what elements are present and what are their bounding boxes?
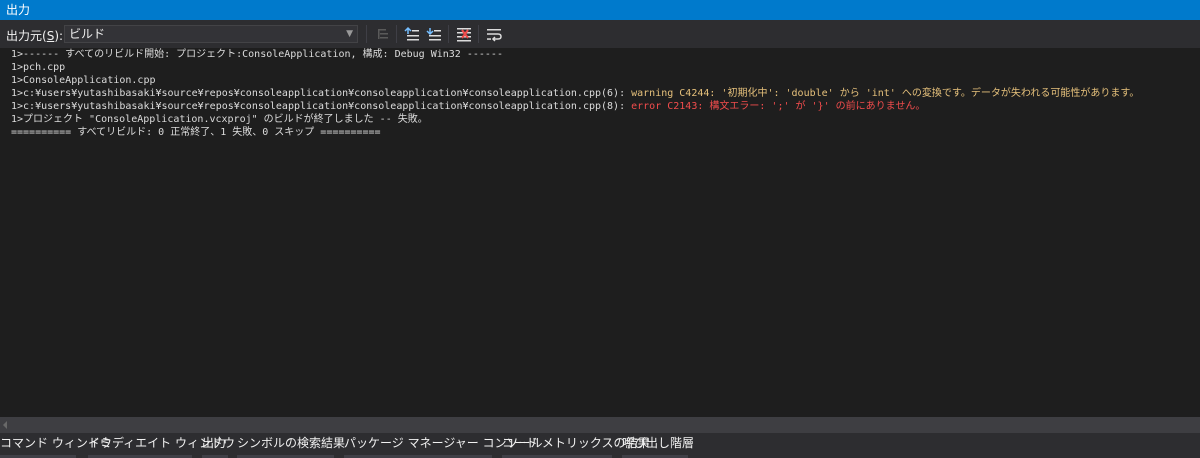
output-line-error: 1>c:¥users¥yutashibasaki¥source¥repos¥co…: [11, 101, 926, 112]
next-message-button[interactable]: [425, 25, 443, 43]
tab-label: 出力: [202, 436, 227, 450]
panel-title: 出力: [6, 3, 31, 17]
tab-label: シンボルの検索結果: [237, 436, 346, 450]
find-message-in-code-icon: [378, 29, 388, 39]
output-toolbar: 出力元(S): ビルド ▼: [0, 20, 1200, 48]
output-source-value: ビルド: [69, 27, 106, 41]
tab-output[interactable]: 出力: [202, 433, 228, 458]
clear-all-button[interactable]: [455, 25, 473, 43]
tab-immediate-window[interactable]: イミディエイト ウィンドウ: [88, 433, 235, 458]
previous-message-icon: [404, 26, 419, 41]
error-message: error C2143: 構文エラー: ';' が '}' の前にありません。: [631, 101, 926, 112]
word-wrap-button[interactable]: [485, 25, 503, 43]
tab-code-metrics-results[interactable]: コード メトリックスの結果: [502, 433, 649, 458]
output-line: 1>ConsoleApplication.cpp: [11, 75, 156, 86]
previous-message-button[interactable]: [403, 25, 421, 43]
output-source-dropdown[interactable]: ビルド ▼: [64, 25, 358, 43]
output-text-area[interactable]: 1>------ すべてのリビルド開始: プロジェクト:ConsoleAppli…: [0, 48, 1200, 417]
output-line: 1>------ すべてのリビルド開始: プロジェクト:ConsoleAppli…: [11, 49, 503, 60]
tab-command-window[interactable]: コマンド ウィンドウ: [0, 433, 112, 458]
clear-all-icon: [457, 28, 471, 42]
chevron-down-icon: ▼: [346, 29, 353, 39]
output-source-label: 出力元(S):: [6, 29, 64, 43]
tab-package-manager-console[interactable]: パッケージ マネージャー コンソール: [344, 433, 543, 458]
output-panel-title-bar: 出力: [0, 0, 1200, 20]
warning-message: warning C4244: '初期化中': 'double' から 'int'…: [631, 88, 1140, 99]
tab-label: 呼び出し階層: [622, 436, 695, 450]
toolbar-separator: [448, 25, 449, 43]
tab-call-hierarchy[interactable]: 呼び出し階層: [622, 433, 694, 458]
toolbar-separator: [478, 25, 479, 43]
output-line: 1>プロジェクト "ConsoleApplication.vcxproj" のビ…: [11, 114, 428, 125]
output-line: ========== すべてリビルド: 0 正常終了、1 失敗、0 スキップ =…: [11, 127, 381, 138]
tab-find-symbol-results[interactable]: シンボルの検索結果: [237, 433, 345, 458]
bottom-tab-strip: コマンド ウィンドウ イミディエイト ウィンドウ 出力 シンボルの検索結果 パッ…: [0, 433, 1200, 458]
word-wrap-icon: [487, 29, 502, 42]
horizontal-scrollbar[interactable]: [0, 417, 1200, 433]
output-line: 1>pch.cpp: [11, 62, 66, 73]
next-message-icon: [426, 28, 441, 41]
scroll-left-icon[interactable]: [3, 421, 7, 429]
toolbar-separator: [366, 25, 367, 43]
find-message-in-code-button[interactable]: [374, 25, 392, 43]
output-line-warning: 1>c:¥users¥yutashibasaki¥source¥repos¥co…: [11, 88, 1140, 99]
toolbar-separator: [396, 25, 397, 43]
